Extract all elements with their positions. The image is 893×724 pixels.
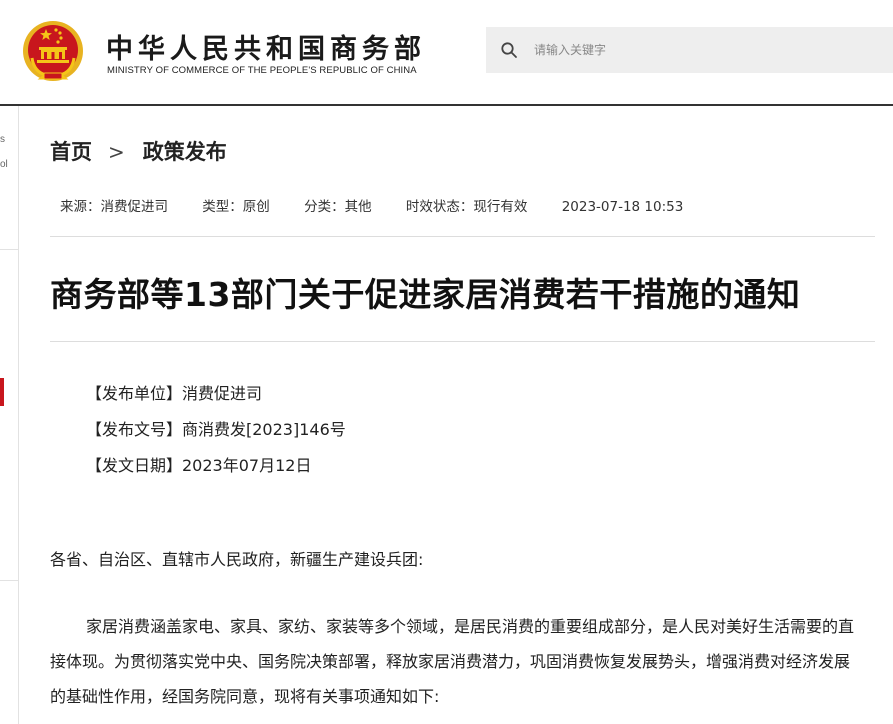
site-header: 中华人民共和国商务部 MINISTRY OF COMMERCE OF THE P…: [0, 0, 893, 105]
breadcrumb-section[interactable]: 政策发布: [143, 140, 227, 164]
site-title-cn[interactable]: 中华人民共和国商务部: [106, 27, 426, 66]
meta-source: 来源：消费促进司: [60, 199, 168, 215]
article-title: 商务部等13部门关于促进家居消费若干措施的通知: [50, 275, 801, 314]
breadcrumb: 首页 > 政策发布: [50, 136, 227, 166]
doc-date: 【发文日期】2023年07月12日: [86, 456, 312, 475]
breadcrumb-separator: >: [108, 140, 125, 164]
article-salutation: 各省、自治区、直辖市人民政府，新疆生产建设兵团:: [50, 550, 424, 569]
meta-type: 类型：原创: [202, 199, 270, 215]
meta-datetime: 2023-07-18 10:53: [561, 199, 684, 215]
article-paragraph: 家居消费涵盖家电、家具、家纺、家装等多个领域，是居民消费的重要组成部分，是人民对…: [50, 617, 855, 706]
rail-text-1: s: [0, 134, 5, 145]
rail-active-marker: [0, 378, 4, 406]
doc-number: 【发布文号】商消费发[2023]146号: [86, 420, 346, 439]
header-divider: [0, 104, 893, 106]
national-emblem-icon[interactable]: [22, 20, 84, 82]
article-meta: 来源：消费促进司 类型：原创 分类：其他 时效状态：现行有效 2023-07-1…: [60, 195, 713, 215]
breadcrumb-home[interactable]: 首页: [50, 140, 92, 164]
rail-text-2: ol: [0, 159, 8, 170]
site-title-en: MINISTRY OF COMMERCE OF THE PEOPLE'S REP…: [107, 65, 417, 76]
rail-divider: [0, 580, 18, 581]
meta-divider: [50, 236, 875, 237]
rail-divider: [0, 249, 18, 250]
title-divider: [50, 341, 875, 342]
meta-status: 时效状态：现行有效: [405, 199, 528, 215]
left-side-panel: s ol: [0, 106, 19, 724]
search-bar[interactable]: [486, 27, 893, 73]
search-icon[interactable]: [500, 41, 518, 59]
search-input[interactable]: [534, 39, 874, 61]
doc-issuer: 【发布单位】消费促进司: [86, 384, 263, 403]
meta-category: 分类：其他: [304, 199, 372, 215]
